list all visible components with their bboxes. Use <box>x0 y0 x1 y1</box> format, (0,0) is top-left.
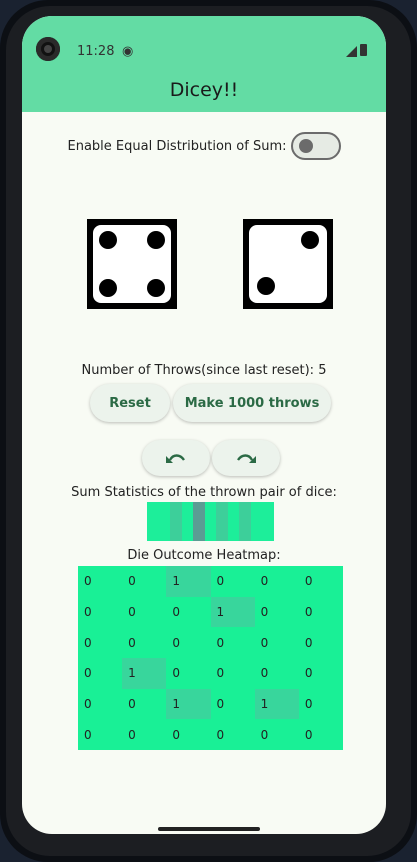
heatmap-cell: 0 <box>210 627 255 658</box>
heatmap-cell: 0 <box>298 688 343 720</box>
notification-icon: ◉ <box>122 44 134 59</box>
heatmap-cell: 0 <box>254 566 299 597</box>
make-throws-button[interactable]: Make 1000 throws <box>173 384 331 422</box>
die-left[interactable] <box>87 219 177 309</box>
heatmap-cell: 0 <box>78 719 123 750</box>
heatmap-cell: 0 <box>122 596 167 628</box>
die-pip <box>257 277 275 295</box>
sum-strip-cell <box>147 502 159 541</box>
reset-button[interactable]: Reset <box>90 384 170 422</box>
heatmap-cell: 1 <box>210 596 255 628</box>
die-right[interactable] <box>243 219 333 309</box>
heatmap-cell: 1 <box>254 688 299 720</box>
heatmap-cell: 0 <box>122 688 167 720</box>
die-pip <box>99 231 117 249</box>
undo-icon <box>166 454 185 463</box>
heatmap-cell: 0 <box>298 566 343 597</box>
heatmap-cell: 0 <box>210 688 255 720</box>
battery-icon <box>360 44 367 56</box>
redo-icon <box>237 454 256 463</box>
heatmap-cell: 0 <box>122 627 167 658</box>
heatmap-cell: 0 <box>122 566 167 597</box>
status-bar: 11:28 ◉ <box>22 16 386 72</box>
status-time: 11:28 <box>77 44 115 59</box>
heatmap-cell: 0 <box>166 719 211 750</box>
sum-strip-cell <box>158 502 171 541</box>
equal-distribution-label: Enable Equal Distribution of Sum: <box>67 138 287 154</box>
sum-statistics-strip <box>147 502 275 541</box>
heatmap-cell: 0 <box>78 688 123 720</box>
sum-statistics-title: Sum Statistics of the thrown pair of dic… <box>71 485 337 500</box>
signal-icon <box>346 46 357 57</box>
reset-button-label: Reset <box>109 395 151 411</box>
heatmap-cell: 0 <box>254 657 299 689</box>
heatmap-cell: 0 <box>298 596 343 628</box>
sum-strip-cell <box>262 502 275 541</box>
equal-distribution-switch[interactable] <box>290 132 341 160</box>
sum-strip-cell <box>170 502 182 541</box>
heatmap-cell: 0 <box>210 657 255 689</box>
equal-distribution-row: Enable Equal Distribution of Sum: <box>22 132 386 160</box>
app-bar: Dicey!! <box>22 72 386 112</box>
heatmap-cell: 0 <box>254 719 299 750</box>
sum-strip-cell <box>193 502 205 541</box>
sum-strip-cell <box>216 502 228 541</box>
outcome-heatmap: 001000000100000000010000001010000000 <box>78 566 343 750</box>
heatmap-cell: 0 <box>166 627 211 658</box>
heatmap-cell: 0 <box>254 596 299 628</box>
heatmap-cell: 1 <box>166 566 211 597</box>
app-screen: 11:28 ◉ Dicey!! Enable Equal Distributio… <box>22 16 386 834</box>
die-pip <box>147 231 165 249</box>
sum-strip-cell <box>227 502 240 541</box>
heatmap-cell: 0 <box>298 627 343 658</box>
redo-button[interactable] <box>212 440 280 476</box>
camera-icon <box>36 37 60 61</box>
die-left-face <box>93 225 171 303</box>
die-right-face <box>249 225 327 303</box>
heatmap-cell: 0 <box>78 657 123 689</box>
switch-thumb <box>298 139 313 153</box>
heatmap-cell: 0 <box>166 657 211 689</box>
die-pip <box>147 279 165 297</box>
sum-strip-cell <box>239 502 251 541</box>
heatmap-cell: 0 <box>254 627 299 658</box>
make-throws-button-label: Make 1000 throws <box>184 395 320 411</box>
heatmap-cell: 1 <box>166 688 211 720</box>
sum-strip-cell <box>181 502 194 541</box>
home-indicator[interactable] <box>158 827 260 831</box>
sum-strip-cell <box>250 502 263 541</box>
heatmap-cell: 0 <box>78 596 123 628</box>
undo-button[interactable] <box>142 440 210 476</box>
heatmap-cell: 0 <box>122 719 167 750</box>
throws-count: Number of Throws(since last reset): 5 <box>81 363 327 378</box>
sum-strip-cell <box>204 502 217 541</box>
heatmap-cell: 0 <box>210 566 255 597</box>
heatmap-cell: 0 <box>78 627 123 658</box>
heatmap-cell: 0 <box>166 596 211 628</box>
heatmap-cell: 0 <box>298 719 343 750</box>
heatmap-cell: 0 <box>78 566 123 597</box>
app-title: Dicey!! <box>169 79 239 101</box>
die-pip <box>99 279 117 297</box>
heatmap-cell: 0 <box>298 657 343 689</box>
die-pip <box>301 231 319 249</box>
heatmap-title: Die Outcome Heatmap: <box>127 548 281 563</box>
heatmap-cell: 0 <box>210 719 255 750</box>
heatmap-cell: 1 <box>122 657 167 689</box>
